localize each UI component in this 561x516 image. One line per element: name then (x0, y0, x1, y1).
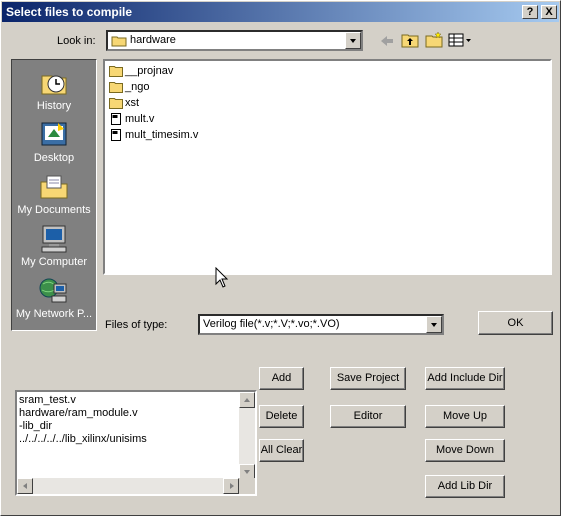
add-include-dir-button[interactable]: Add Include Dir (425, 367, 505, 390)
add-button-label: Add (271, 372, 292, 384)
scroll-right-icon[interactable] (223, 478, 239, 494)
file-name: mult.v (125, 113, 155, 125)
vertical-scrollbar[interactable] (239, 392, 255, 480)
add-lib-dir-button[interactable]: Add Lib Dir (425, 475, 505, 498)
help-button[interactable]: ? (522, 5, 538, 19)
all-clear-button-label: All Clear (260, 444, 303, 456)
places-history[interactable]: History (12, 64, 96, 116)
my-network-places-icon (39, 278, 67, 303)
scrollbar-corner (239, 478, 255, 494)
all-clear-button[interactable]: All Clear (259, 439, 304, 462)
add-button[interactable]: Add (259, 367, 304, 390)
editor-button[interactable]: Editor (330, 405, 406, 428)
compile-file-list[interactable]: sram_test.v hardware/ram_module.v -lib_d… (15, 390, 257, 496)
close-button[interactable]: X (541, 5, 557, 19)
up-one-level-icon[interactable] (401, 32, 419, 48)
folder-icon (109, 82, 123, 93)
move-up-button[interactable]: Move Up (425, 405, 505, 428)
folder-icon (111, 36, 127, 47)
scroll-left-icon[interactable] (17, 478, 33, 494)
delete-button-label: Delete (265, 410, 298, 422)
files-of-type-label: Files of type: (105, 319, 168, 331)
my-documents-icon (40, 175, 68, 199)
add-lib-dir-button-label: Add Lib Dir (437, 480, 493, 492)
chevron-down-icon[interactable] (345, 32, 361, 49)
scroll-up-icon[interactable] (239, 392, 255, 408)
delete-button[interactable]: Delete (259, 405, 304, 428)
list-item[interactable]: hardware/ram_module.v (19, 407, 138, 419)
title-bar: Select files to compile ? X (2, 2, 559, 22)
history-icon (41, 75, 67, 95)
desktop-icon (41, 122, 67, 146)
list-item[interactable]: sram_test.v (19, 394, 76, 406)
mouse-cursor-icon (215, 267, 229, 288)
list-item[interactable]: ../../../../../lib_xilinx/unisims (19, 433, 147, 445)
save-project-button[interactable]: Save Project (330, 367, 406, 390)
save-project-button-label: Save Project (336, 372, 400, 384)
editor-button-label: Editor (353, 410, 383, 422)
places-my-documents[interactable]: My Documents (12, 168, 96, 220)
move-down-button-label: Move Down (435, 444, 495, 456)
files-of-type-value: Verilog file(*.v;*.V;*.vo;*.VO) (203, 318, 340, 330)
my-computer-icon (41, 225, 67, 253)
folder-icon (109, 98, 123, 109)
places-desktop-label: Desktop (33, 152, 75, 164)
view-menu-icon[interactable] (448, 33, 472, 47)
select-files-dialog: Select files to compile ? X Look in: har… (0, 0, 561, 516)
new-folder-icon[interactable] (425, 31, 443, 48)
places-my-computer-label: My Computer (20, 256, 88, 268)
places-bar: History Desktop My Documents My Computer… (11, 59, 97, 331)
add-include-dir-button-label: Add Include Dir (427, 372, 503, 384)
file-name: _ngo (125, 81, 150, 93)
look-in-dropdown[interactable]: hardware (106, 30, 363, 51)
files-of-type-dropdown[interactable]: Verilog file(*.v;*.V;*.vo;*.VO) (198, 314, 444, 335)
places-my-computer[interactable]: My Computer (12, 220, 96, 272)
file-name: mult_timesim.v (125, 129, 199, 141)
file-icon (111, 113, 121, 125)
ok-button[interactable]: OK (478, 311, 553, 335)
dialog-title: Select files to compile (6, 5, 133, 19)
folder-icon (109, 66, 123, 77)
file-name: __projnav (125, 65, 174, 77)
places-my-documents-label: My Documents (17, 204, 91, 216)
places-history-label: History (36, 100, 72, 112)
horizontal-scrollbar[interactable] (17, 478, 239, 494)
back-arrow-icon[interactable] (379, 34, 395, 48)
places-my-network[interactable]: My Network P... (12, 272, 96, 324)
file-name: xst (125, 97, 140, 109)
places-desktop[interactable]: Desktop (12, 116, 96, 168)
move-down-button[interactable]: Move Down (425, 439, 505, 462)
look-in-value: hardware (130, 34, 176, 46)
file-list[interactable]: __projnav _ngo xst mult.v mult_timesim.v (103, 59, 552, 288)
places-my-network-label: My Network P... (15, 308, 93, 320)
chevron-down-icon[interactable] (426, 316, 442, 333)
look-in-label: Look in: (57, 35, 96, 47)
file-icon (111, 129, 121, 141)
ok-button-label: OK (507, 317, 524, 329)
list-item[interactable]: -lib_dir (19, 420, 52, 432)
move-up-button-label: Move Up (442, 410, 488, 422)
